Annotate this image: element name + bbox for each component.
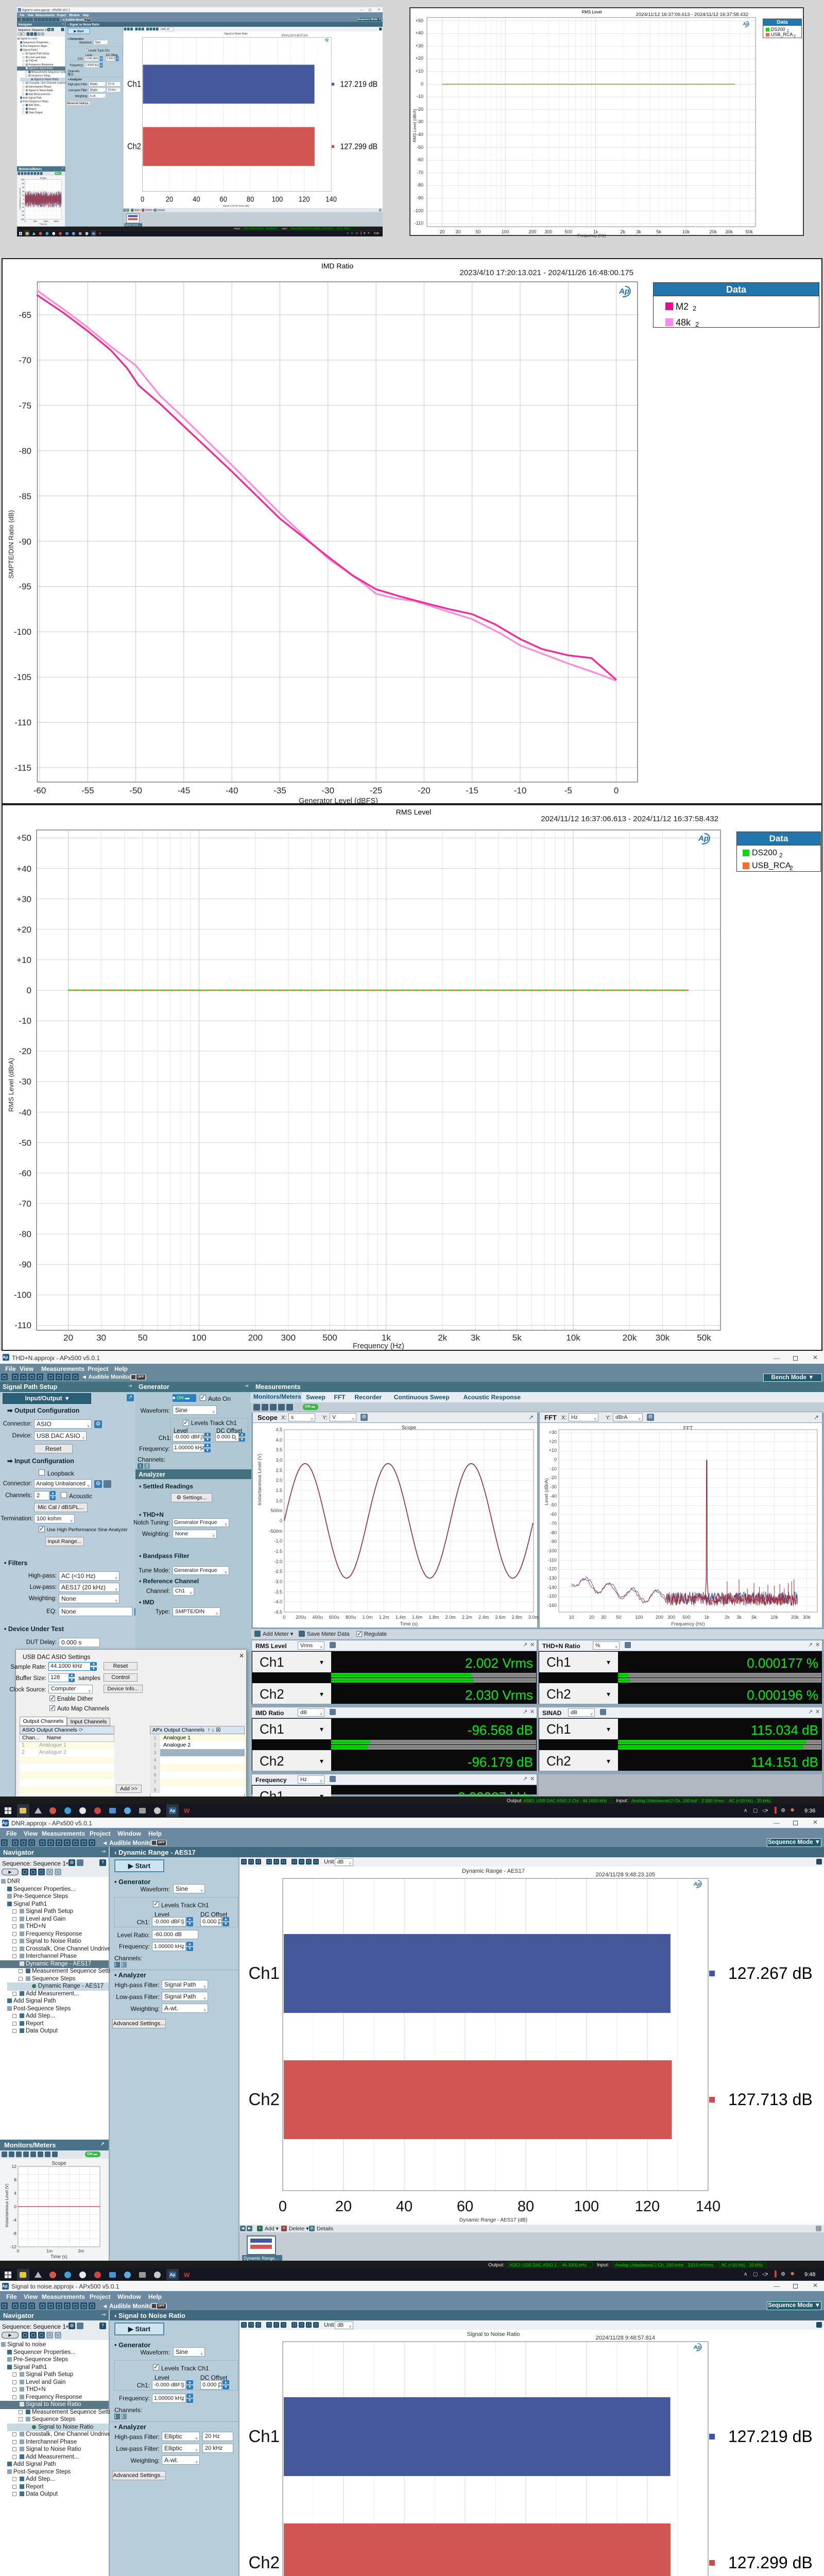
svg-text:Ap: Ap <box>743 22 748 26</box>
svg-text:Ap: Ap <box>619 287 629 296</box>
svg-text:Ap: Ap <box>693 2345 701 2350</box>
svg-text:Ap: Ap <box>693 1882 701 1887</box>
svg-text:Ap: Ap <box>698 834 709 843</box>
